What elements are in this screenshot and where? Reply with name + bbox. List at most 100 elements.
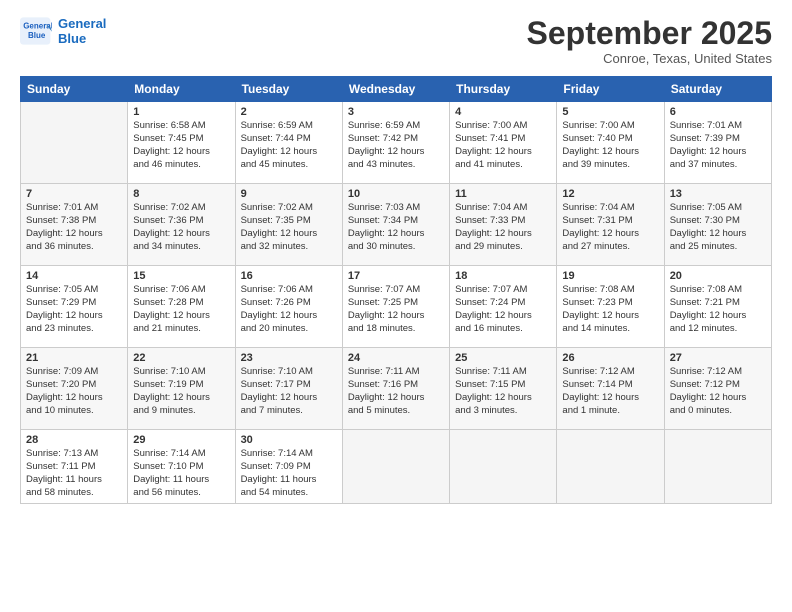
- header-tuesday: Tuesday: [235, 77, 342, 102]
- table-row: 4Sunrise: 7:00 AMSunset: 7:41 PMDaylight…: [450, 102, 557, 184]
- day-number: 25: [455, 352, 551, 364]
- logo-icon: General Blue: [20, 17, 52, 45]
- day-number: 30: [241, 434, 337, 446]
- table-row: 3 Sunrise: 6:59 AMSunset: 7:42 PMDaylight…: [342, 102, 449, 184]
- day-number: 18: [455, 270, 551, 282]
- day-number: 22: [133, 352, 229, 364]
- day-info: Sunrise: 7:11 AMSunset: 7:15 PMDaylight:…: [455, 366, 551, 417]
- day-info: Sunrise: 7:11 AMSunset: 7:16 PMDaylight:…: [348, 366, 444, 417]
- day-number: 6: [670, 106, 766, 118]
- day-number: 16: [241, 270, 337, 282]
- day-number: 7: [26, 188, 122, 200]
- table-row: [557, 430, 664, 504]
- table-row: 11 Sunrise: 7:04 AMSunset: 7:33 PMDayligh…: [450, 184, 557, 266]
- day-info: Sunrise: 7:02 AMSunset: 7:36 PMDaylight:…: [133, 202, 229, 253]
- day-info: Sunrise: 7:09 AMSunset: 7:20 PMDaylight:…: [26, 366, 122, 417]
- day-number: 13: [670, 188, 766, 200]
- day-info: Sunrise: 7:14 AMSunset: 7:09 PMDaylight:…: [241, 448, 337, 499]
- day-number: 20: [670, 270, 766, 282]
- day-number: 29: [133, 434, 229, 446]
- day-number: 19: [562, 270, 658, 282]
- day-number: 10: [348, 188, 444, 200]
- day-number: 2: [241, 106, 337, 118]
- day-number: 8: [133, 188, 229, 200]
- table-row: 19 Sunrise: 7:08 AMSunset: 7:23 PMDayligh…: [557, 266, 664, 348]
- day-number: 11: [455, 188, 551, 200]
- table-row: 12 Sunrise: 7:04 AMSunset: 7:31 PMDayligh…: [557, 184, 664, 266]
- table-row: 17 Sunrise: 7:07 AMSunset: 7:25 PMDayligh…: [342, 266, 449, 348]
- day-info: Sunrise: 7:08 AMSunset: 7:21 PMDaylight:…: [670, 284, 766, 335]
- header-monday: Monday: [128, 77, 235, 102]
- page-header: General Blue General Blue September 2025…: [20, 16, 772, 66]
- logo-line1: General: [58, 16, 106, 31]
- svg-text:Blue: Blue: [28, 31, 46, 40]
- table-row: 28 Sunrise: 7:13 AMSunset: 7:11 PMDayligh…: [21, 430, 128, 504]
- day-info: Sunrise: 7:13 AMSunset: 7:11 PMDaylight:…: [26, 448, 122, 499]
- day-info: Sunrise: 7:10 AMSunset: 7:17 PMDaylight:…: [241, 366, 337, 417]
- header-friday: Friday: [557, 77, 664, 102]
- table-row: [450, 430, 557, 504]
- day-number: 27: [670, 352, 766, 364]
- table-row: 27 Sunrise: 7:12 AMSunset: 7:12 PMDayligh…: [664, 348, 771, 430]
- day-info: Sunrise: 6:59 AMSunset: 7:42 PMDaylight:…: [348, 120, 444, 171]
- table-row: 25 Sunrise: 7:11 AMSunset: 7:15 PMDayligh…: [450, 348, 557, 430]
- day-info: Sunrise: 7:04 AMSunset: 7:33 PMDaylight:…: [455, 202, 551, 253]
- day-info: Sunrise: 7:04 AMSunset: 7:31 PMDaylight:…: [562, 202, 658, 253]
- day-number: 24: [348, 352, 444, 364]
- logo: General Blue General Blue: [20, 16, 106, 46]
- day-info: Sunrise: 7:07 AMSunset: 7:24 PMDaylight:…: [455, 284, 551, 335]
- table-row: 20 Sunrise: 7:08 AMSunset: 7:21 PMDayligh…: [664, 266, 771, 348]
- table-row: 2 Sunrise: 6:59 AMSunset: 7:44 PMDaylight…: [235, 102, 342, 184]
- table-row: 8 Sunrise: 7:02 AMSunset: 7:36 PMDaylight…: [128, 184, 235, 266]
- logo-line2: Blue: [58, 31, 106, 46]
- day-number: 15: [133, 270, 229, 282]
- table-row: 29 Sunrise: 7:14 AMSunset: 7:10 PMDayligh…: [128, 430, 235, 504]
- day-info: Sunrise: 7:00 AMSunset: 7:40 PMDaylight:…: [562, 120, 658, 171]
- day-number: 17: [348, 270, 444, 282]
- day-info: Sunrise: 7:06 AMSunset: 7:26 PMDaylight:…: [241, 284, 337, 335]
- day-number: 21: [26, 352, 122, 364]
- day-info: Sunrise: 7:00 AMSunset: 7:41 PMDaylight:…: [455, 120, 551, 171]
- table-row: 7 Sunrise: 7:01 AMSunset: 7:38 PMDaylight…: [21, 184, 128, 266]
- table-row: [664, 430, 771, 504]
- table-row: 30 Sunrise: 7:14 AMSunset: 7:09 PMDayligh…: [235, 430, 342, 504]
- day-info: Sunrise: 7:08 AMSunset: 7:23 PMDaylight:…: [562, 284, 658, 335]
- day-info: Sunrise: 7:07 AMSunset: 7:25 PMDaylight:…: [348, 284, 444, 335]
- day-number: 14: [26, 270, 122, 282]
- day-info: Sunrise: 7:10 AMSunset: 7:19 PMDaylight:…: [133, 366, 229, 417]
- day-number: 3: [348, 106, 444, 118]
- calendar-table: Sunday Monday Tuesday Wednesday Thursday…: [20, 76, 772, 504]
- day-info: Sunrise: 6:59 AMSunset: 7:44 PMDaylight:…: [241, 120, 337, 171]
- header-sunday: Sunday: [21, 77, 128, 102]
- day-number: 28: [26, 434, 122, 446]
- day-info: Sunrise: 7:12 AMSunset: 7:12 PMDaylight:…: [670, 366, 766, 417]
- table-row: 22 Sunrise: 7:10 AMSunset: 7:19 PMDayligh…: [128, 348, 235, 430]
- day-number: 9: [241, 188, 337, 200]
- day-info: Sunrise: 7:03 AMSunset: 7:34 PMDaylight:…: [348, 202, 444, 253]
- day-info: Sunrise: 7:14 AMSunset: 7:10 PMDaylight:…: [133, 448, 229, 499]
- day-info: Sunrise: 6:58 AMSunset: 7:45 PMDaylight:…: [133, 120, 229, 171]
- header-thursday: Thursday: [450, 77, 557, 102]
- day-number: 23: [241, 352, 337, 364]
- day-number: 12: [562, 188, 658, 200]
- day-number: 5: [562, 106, 658, 118]
- table-row: 14Sunrise: 7:05 AMSunset: 7:29 PMDayligh…: [21, 266, 128, 348]
- table-row: 5 Sunrise: 7:00 AMSunset: 7:40 PMDaylight…: [557, 102, 664, 184]
- day-info: Sunrise: 7:02 AMSunset: 7:35 PMDaylight:…: [241, 202, 337, 253]
- day-info: Sunrise: 7:06 AMSunset: 7:28 PMDaylight:…: [133, 284, 229, 335]
- month-title: September 2025: [527, 16, 772, 51]
- location-subtitle: Conroe, Texas, United States: [527, 51, 772, 66]
- table-row: 21 Sunrise: 7:09 AMSunset: 7:20 PMDayligh…: [21, 348, 128, 430]
- table-row: 24 Sunrise: 7:11 AMSunset: 7:16 PMDayligh…: [342, 348, 449, 430]
- day-info: Sunrise: 7:12 AMSunset: 7:14 PMDaylight:…: [562, 366, 658, 417]
- calendar-header-row: Sunday Monday Tuesday Wednesday Thursday…: [21, 77, 772, 102]
- day-number: 26: [562, 352, 658, 364]
- table-row: 10 Sunrise: 7:03 AMSunset: 7:34 PMDayligh…: [342, 184, 449, 266]
- day-info: Sunrise: 7:01 AMSunset: 7:38 PMDaylight:…: [26, 202, 122, 253]
- day-info: Sunrise: 7:01 AMSunset: 7:39 PMDaylight:…: [670, 120, 766, 171]
- title-block: September 2025 Conroe, Texas, United Sta…: [527, 16, 772, 66]
- table-row: 9 Sunrise: 7:02 AMSunset: 7:35 PMDaylight…: [235, 184, 342, 266]
- table-row: 6 Sunrise: 7:01 AMSunset: 7:39 PMDaylight…: [664, 102, 771, 184]
- header-wednesday: Wednesday: [342, 77, 449, 102]
- table-row: [21, 102, 128, 184]
